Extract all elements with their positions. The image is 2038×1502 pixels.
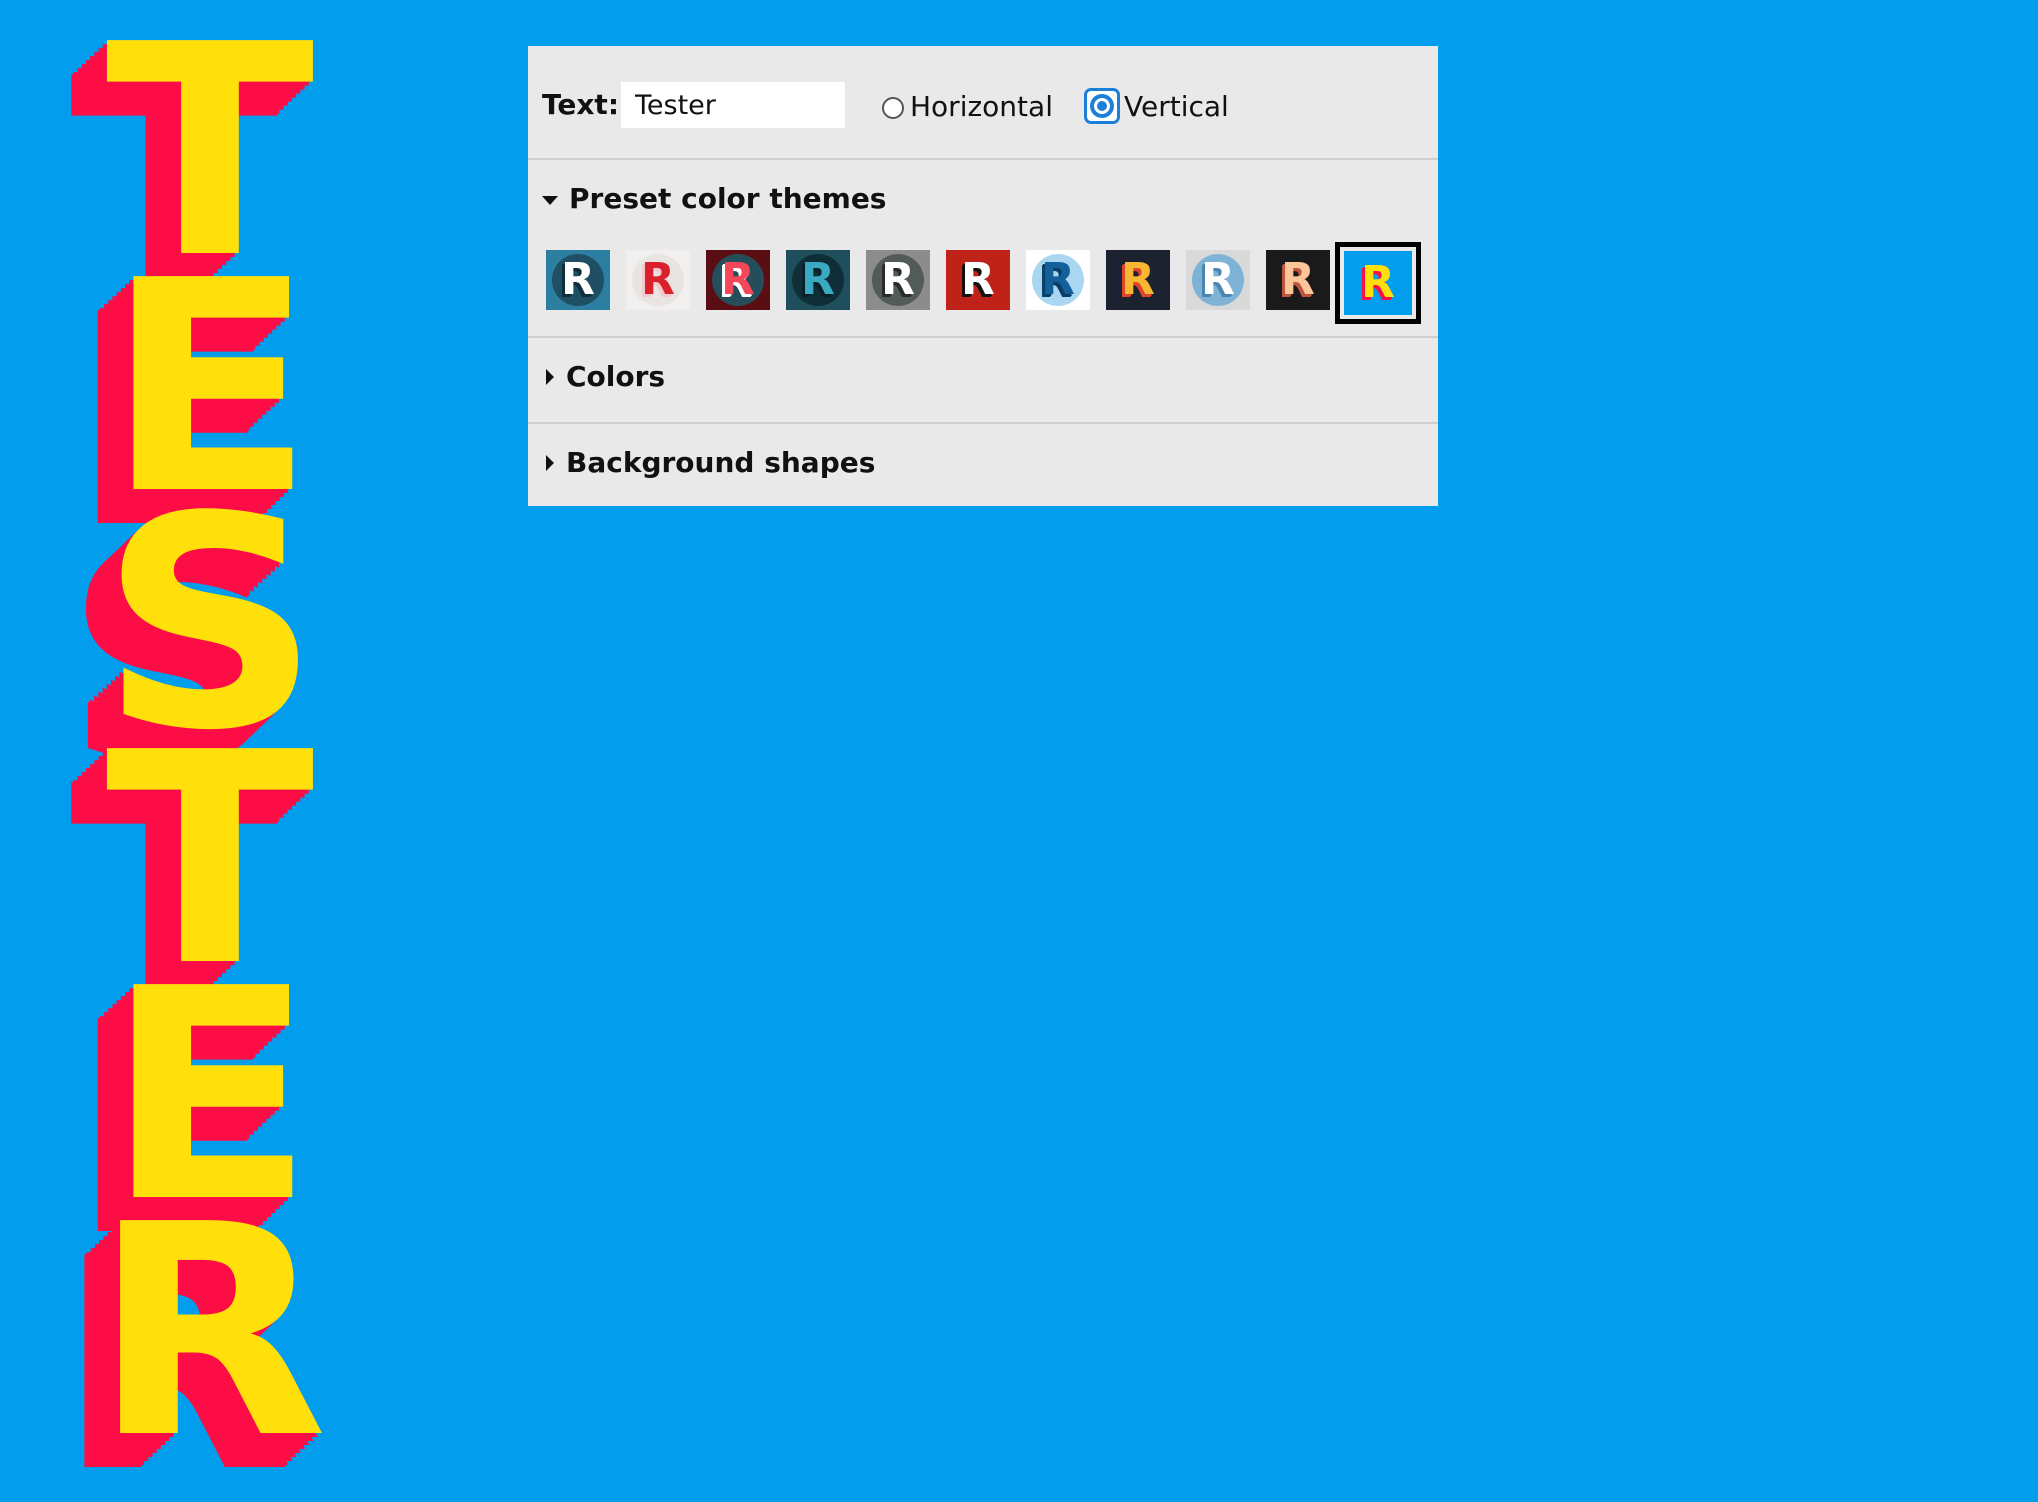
swatch-circle: R xyxy=(1352,257,1404,309)
text-input[interactable] xyxy=(621,82,845,128)
theme-swatch[interactable]: R xyxy=(786,250,850,310)
background-shapes-section: Background shapes xyxy=(528,422,1438,506)
theme-swatch[interactable]: R xyxy=(1335,242,1421,324)
preset-themes-toggle[interactable]: Preset color themes xyxy=(542,182,886,215)
swatch-circle: R xyxy=(552,254,604,306)
theme-swatch[interactable]: R xyxy=(946,250,1010,310)
theme-swatch[interactable]: R xyxy=(1186,250,1250,310)
swatch-glyph: R xyxy=(1121,254,1155,305)
colors-toggle[interactable]: Colors xyxy=(542,360,665,393)
colors-title: Colors xyxy=(566,360,666,393)
swatch-circle: R xyxy=(952,254,1004,306)
horizontal-label: Horizontal xyxy=(910,89,1053,123)
theme-swatch[interactable]: R xyxy=(866,250,930,310)
swatch-circle: R xyxy=(872,254,924,306)
horizontal-radio[interactable]: Horizontal xyxy=(882,86,1053,126)
caret-right-icon xyxy=(546,368,554,385)
swatch-circle: R xyxy=(1032,254,1084,306)
radio-checked-icon[interactable] xyxy=(1084,88,1120,124)
text-options-row: Text: Horizontal Vertical xyxy=(528,46,1438,158)
swatch-circle: R xyxy=(1112,254,1164,306)
theme-swatch[interactable]: R xyxy=(1026,250,1090,310)
swatch-circle: R xyxy=(712,254,764,306)
radio-unchecked-icon[interactable] xyxy=(882,97,904,119)
preview-letter: R xyxy=(91,1162,329,1502)
swatch-circle: R xyxy=(792,254,844,306)
control-panel: Text: Horizontal Vertical Preset color t… xyxy=(528,46,1438,506)
swatch-glyph: R xyxy=(1281,254,1315,305)
swatch-inner: R xyxy=(1344,251,1412,315)
swatch-glyph: R xyxy=(561,254,595,305)
swatch-glyph: R xyxy=(961,254,995,305)
swatch-glyph: R xyxy=(881,254,915,305)
preset-themes-title: Preset color themes xyxy=(569,182,887,215)
swatch-glyph: R xyxy=(1201,254,1235,305)
swatch-glyph: R xyxy=(1361,257,1395,308)
preset-themes-section: Preset color themes RRRRRRRRRRR xyxy=(528,158,1438,336)
theme-swatch-list: RRRRRRRRRRR xyxy=(546,242,1426,324)
caret-right-icon xyxy=(546,454,554,471)
swatch-circle: R xyxy=(632,254,684,306)
theme-swatch[interactable]: R xyxy=(546,250,610,310)
theme-swatch[interactable]: R xyxy=(1106,250,1170,310)
theme-swatch[interactable]: R xyxy=(706,250,770,310)
swatch-glyph: R xyxy=(1041,254,1075,305)
background-shapes-toggle[interactable]: Background shapes xyxy=(542,446,875,479)
colors-section: Colors xyxy=(528,336,1438,422)
theme-swatch[interactable]: R xyxy=(1266,250,1330,310)
swatch-circle: R xyxy=(1192,254,1244,306)
theme-swatch[interactable]: R xyxy=(626,250,690,310)
swatch-glyph: R xyxy=(721,254,755,305)
text-preview: T E S T E R xyxy=(92,6,328,1478)
swatch-glyph: R xyxy=(641,254,675,305)
vertical-radio[interactable]: Vertical xyxy=(1084,86,1229,126)
vertical-label: Vertical xyxy=(1124,89,1229,123)
text-label: Text: xyxy=(542,88,620,121)
swatch-circle: R xyxy=(1272,254,1324,306)
caret-down-icon xyxy=(542,195,558,205)
swatch-glyph: R xyxy=(801,254,835,305)
background-shapes-title: Background shapes xyxy=(566,446,876,479)
